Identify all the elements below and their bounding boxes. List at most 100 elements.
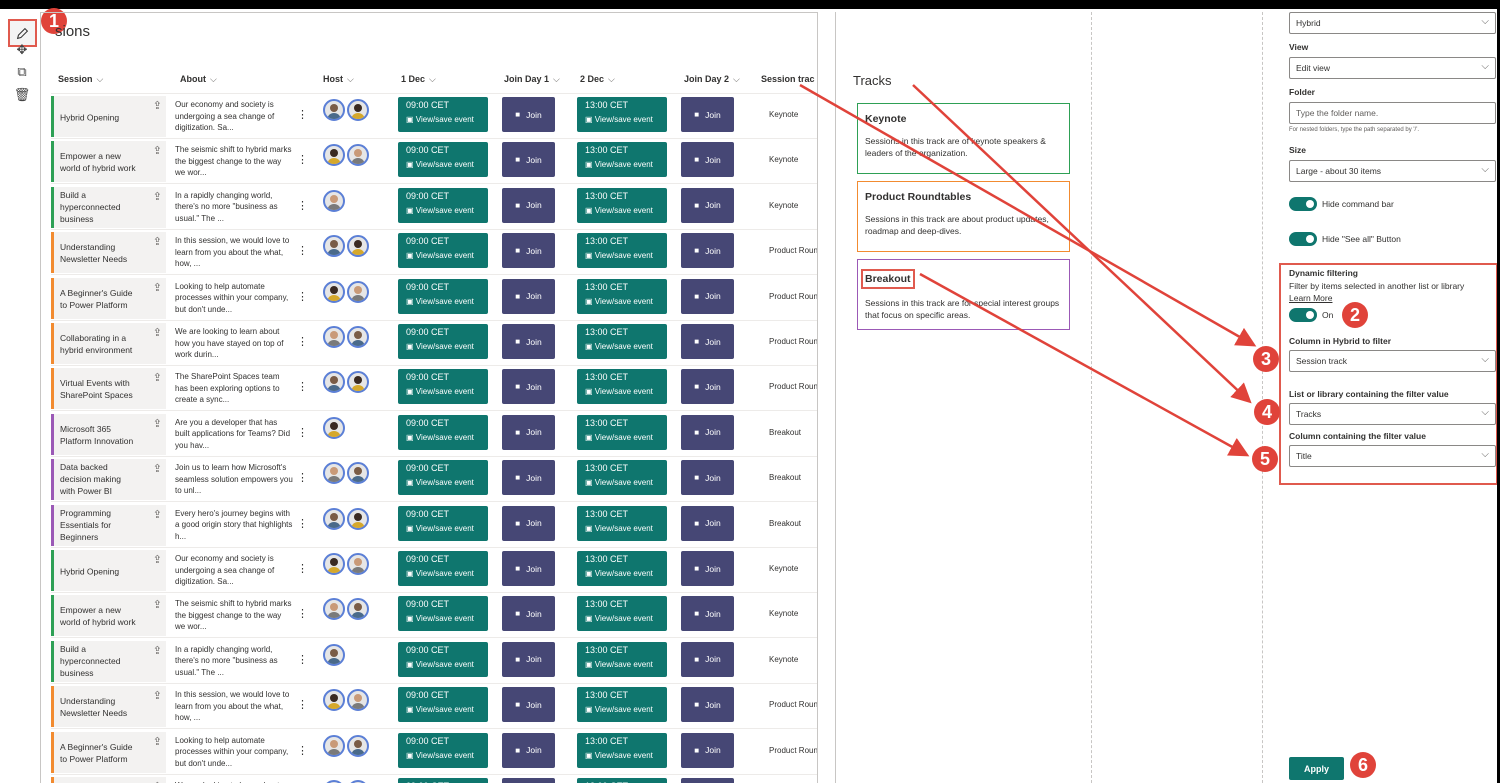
more-options-icon[interactable]: ⋮ [297,244,308,257]
day2-event-button[interactable]: 13:00 CET ▣ View/save event [577,233,667,269]
track-card-product-roundtables[interactable]: Product Roundtables Sessions in this tra… [857,181,1070,252]
day1-event-button[interactable]: 09:00 CET ▣ View/save event [398,505,488,541]
table-row[interactable]: Programming Essentials for Beginners ⇪ E… [51,503,817,548]
column-filter-dropdown[interactable]: Session track ⌵ [1289,350,1496,372]
avatar[interactable] [347,371,369,394]
avatar[interactable] [323,144,345,167]
join-day2-button[interactable]: ■ Join [681,460,734,496]
table-row[interactable]: Collaborating in a hybrid environment ⇪ … [51,321,817,366]
join-day1-button[interactable]: ■Join [502,414,555,450]
join-day2-button[interactable]: ■ Join [681,142,734,178]
join-day2-button[interactable]: ■ Join [681,641,734,677]
apply-button[interactable]: Apply [1289,757,1344,780]
more-options-icon[interactable]: ⋮ [297,471,308,484]
day2-event-button[interactable]: 13:00 CET ▣ View/save event [577,641,667,677]
share-icon[interactable]: ⇪ [153,372,162,384]
session-cell[interactable]: Empower a new world of hybrid work ⇪ [51,141,166,183]
day1-event-button[interactable]: 09:00 CET ▣ View/save event [398,732,488,768]
day2-event-button[interactable]: 13:00 CET ▣ View/save event [577,97,667,132]
session-cell[interactable]: Collaborating in a hybrid environment ⇪ [51,777,166,783]
table-row[interactable]: Build a hyperconnected business ⇪ In a r… [51,639,817,684]
day1-event-button[interactable]: 09:00 CET ▣ View/save event [398,778,488,783]
join-day2-button[interactable]: ■ Join [681,551,734,586]
session-cell[interactable]: Understanding Newsletter Needs ⇪ [51,232,166,274]
avatar[interactable] [347,326,369,348]
table-row[interactable]: Build a hyperconnected business ⇪ In a r… [51,185,817,230]
join-day1-button[interactable]: ■Join [502,641,555,677]
avatar[interactable] [323,643,345,666]
join-day1-button[interactable]: ■Join [502,732,555,768]
more-options-icon[interactable]: ⋮ [297,517,308,530]
more-options-icon[interactable]: ⋮ [297,562,308,575]
join-day2-button[interactable]: ■ Join [681,187,734,223]
column-header-join-day2[interactable]: Join Day 2 ⌵ [684,74,740,85]
more-options-icon[interactable]: ⋮ [297,199,308,212]
join-day1-button[interactable]: ■Join [502,278,555,314]
list-dropdown[interactable]: Hybrid ⌵ [1289,12,1496,34]
join-day1-button[interactable]: ■Join [502,324,555,359]
share-icon[interactable]: ⇪ [153,191,162,203]
avatar[interactable] [323,734,345,757]
share-icon[interactable]: ⇪ [153,509,162,521]
day2-event-button[interactable]: 13:00 CET ▣ View/save event [577,142,667,178]
session-cell[interactable]: Build a hyperconnected business ⇪ [51,186,166,228]
day1-event-button[interactable]: 09:00 CET ▣ View/save event [398,460,488,496]
move-icon[interactable]: ✥ [11,39,33,61]
session-cell[interactable]: Programming Essentials for Beginners ⇪ [51,504,166,546]
day2-event-button[interactable]: 13:00 CET ▣ View/save event [577,551,667,586]
more-options-icon[interactable]: ⋮ [297,153,308,166]
avatar[interactable] [347,734,369,757]
more-options-icon[interactable]: ⋮ [297,290,308,303]
avatar[interactable] [347,99,369,121]
avatar[interactable] [347,144,369,167]
join-day2-button[interactable]: ■ Join [681,687,734,723]
table-row[interactable]: Virtual Events with SharePoint Spaces ⇪ … [51,366,817,412]
dynamic-filtering-toggle[interactable] [1289,308,1317,322]
session-cell[interactable]: Build a hyperconnected business ⇪ [51,640,166,682]
more-options-icon[interactable]: ⋮ [297,108,308,121]
more-options-icon[interactable]: ⋮ [297,335,308,348]
more-options-icon[interactable]: ⋮ [297,698,308,711]
more-options-icon[interactable]: ⋮ [297,744,308,757]
table-row[interactable]: Collaborating in a hybrid environment ⇪ … [51,775,817,783]
day1-event-button[interactable]: 09:00 CET ▣ View/save event [398,596,488,632]
avatar[interactable] [323,235,345,258]
avatar[interactable] [347,235,369,258]
column-header-about[interactable]: About ⌵ [180,74,217,85]
day1-event-button[interactable]: 09:00 CET ▣ View/save event [398,233,488,269]
session-cell[interactable]: Virtual Events with SharePoint Spaces ⇪ [51,368,166,410]
table-row[interactable]: Understanding Newsletter Needs ⇪ In this… [51,684,817,730]
day2-event-button[interactable]: 13:00 CET ▣ View/save event [577,324,667,359]
share-icon[interactable]: ⇪ [153,145,162,157]
day2-event-button[interactable]: 13:00 CET ▣ View/save event [577,369,667,405]
day2-event-button[interactable]: 13:00 CET ▣ View/save event [577,687,667,723]
size-dropdown[interactable]: Large - about 30 items ⌵ [1289,160,1496,182]
more-options-icon[interactable]: ⋮ [297,653,308,666]
join-day1-button[interactable]: ■Join [502,778,555,783]
avatar[interactable] [323,280,345,303]
session-cell[interactable]: Hybrid Opening ⇪ [51,550,166,591]
learn-more-link[interactable]: Learn More [1289,293,1332,303]
table-row[interactable]: Microsoft 365 Platform Innovation ⇪ Are … [51,412,817,457]
join-day1-button[interactable]: ■Join [502,687,555,723]
table-row[interactable]: Hybrid Opening ⇪ Our economy and society… [51,94,817,139]
more-options-icon[interactable]: ⋮ [297,426,308,439]
share-icon[interactable]: ⇪ [153,554,162,566]
session-cell[interactable]: Empower a new world of hybrid work ⇪ [51,595,166,637]
view-dropdown[interactable]: Edit view ⌵ [1289,57,1496,79]
share-icon[interactable]: ⇪ [153,599,162,611]
join-day2-button[interactable]: ■ Join [681,732,734,768]
avatar[interactable] [347,553,369,575]
avatar[interactable] [323,189,345,212]
share-icon[interactable]: ⇪ [153,282,162,294]
join-day1-button[interactable]: ■Join [502,369,555,405]
share-icon[interactable]: ⇪ [153,736,162,748]
session-cell[interactable]: Hybrid Opening ⇪ [51,96,166,137]
day1-event-button[interactable]: 09:00 CET ▣ View/save event [398,687,488,723]
day2-event-button[interactable]: 13:00 CET ▣ View/save event [577,278,667,314]
list-containing-dropdown[interactable]: Tracks ⌵ [1289,403,1496,425]
join-day2-button[interactable]: ■ Join [681,505,734,541]
day2-event-button[interactable]: 13:00 CET ▣ View/save event [577,460,667,496]
session-cell[interactable]: Data backed decision making with Power B… [51,459,166,501]
table-row[interactable]: Empower a new world of hybrid work ⇪ The… [51,593,817,639]
